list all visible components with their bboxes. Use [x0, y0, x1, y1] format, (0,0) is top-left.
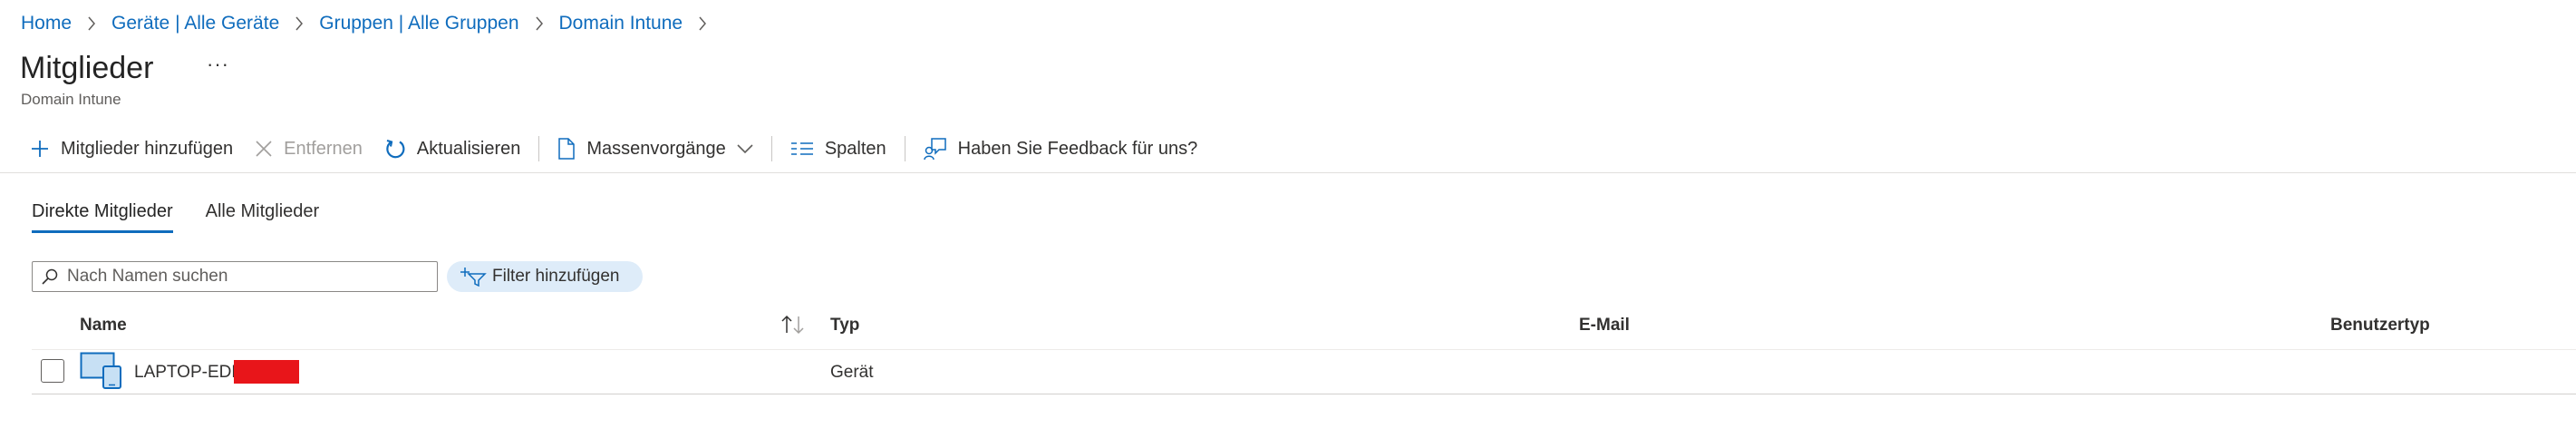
add-members-label: Mitglieder hinzufügen: [61, 138, 234, 159]
tab-all-members[interactable]: Alle Mitglieder: [206, 201, 320, 233]
add-icon: [32, 141, 48, 157]
columns-icon: [790, 142, 813, 155]
breadcrumb: Home Geräte | Alle Geräte Gruppen | Alle…: [21, 13, 722, 34]
chevron-right-icon: [692, 13, 713, 34]
remove-label: Entfernen: [284, 138, 363, 159]
columns-button[interactable]: Spalten: [780, 132, 897, 165]
device-icon: [80, 352, 123, 394]
feedback-label: Haben Sie Feedback für uns?: [957, 138, 1198, 159]
command-bar: Mitglieder hinzufügen Entfernen Aktualis…: [21, 132, 1208, 165]
sort-icon[interactable]: [780, 314, 807, 340]
device-name[interactable]: LAPTOP-EDL: [134, 363, 241, 383]
close-icon: [256, 141, 272, 157]
chevron-right-icon: [528, 13, 550, 34]
breadcrumb-devices[interactable]: Geräte | Alle Geräte: [111, 13, 279, 34]
redaction-box: [234, 360, 299, 384]
search-box: [32, 261, 438, 292]
refresh-icon: [386, 139, 405, 159]
column-header-user-type[interactable]: Benutzertyp: [2330, 316, 2430, 336]
search-input[interactable]: [65, 266, 413, 287]
toolbar-divider-line: [0, 172, 2576, 173]
page-title: Mitglieder: [20, 51, 154, 85]
more-icon[interactable]: ···: [207, 53, 229, 76]
refresh-button[interactable]: Aktualisieren: [373, 132, 532, 165]
bulk-operations-label: Massenvorgänge: [586, 138, 726, 159]
chevron-right-icon: [288, 13, 310, 34]
search-icon: [42, 268, 58, 285]
device-type: Gerät: [830, 363, 874, 382]
tab-direct-members[interactable]: Direkte Mitglieder: [32, 201, 173, 233]
column-header-type[interactable]: Typ: [830, 316, 859, 336]
column-header-email[interactable]: E-Mail: [1579, 316, 1630, 336]
feedback-button[interactable]: Haben Sie Feedback für uns?: [913, 132, 1209, 165]
chevron-right-icon: [81, 13, 102, 34]
columns-label: Spalten: [824, 138, 886, 159]
column-header-name[interactable]: Name: [80, 316, 127, 336]
row-checkbox[interactable]: [41, 359, 64, 383]
toolbar-divider: [538, 136, 540, 161]
add-filter-button[interactable]: Filter hinzufügen: [447, 261, 644, 292]
header-divider: [32, 349, 2576, 350]
document-icon: [558, 138, 576, 160]
chevron-down-icon: [737, 144, 753, 154]
breadcrumb-groups[interactable]: Gruppen | Alle Gruppen: [319, 13, 518, 34]
breadcrumb-domain-intune[interactable]: Domain Intune: [559, 13, 683, 34]
bulk-operations-button[interactable]: Massenvorgänge: [547, 132, 763, 165]
breadcrumb-home[interactable]: Home: [21, 13, 72, 34]
refresh-label: Aktualisieren: [416, 138, 521, 159]
feedback-icon: [923, 138, 946, 161]
remove-button[interactable]: Entfernen: [244, 132, 373, 165]
add-members-button[interactable]: Mitglieder hinzufügen: [21, 132, 244, 165]
member-tabs: Direkte Mitglieder Alle Mitglieder: [32, 201, 352, 233]
add-filter-label: Filter hinzufügen: [492, 267, 620, 286]
toolbar-divider: [770, 136, 772, 161]
page-subtitle: Domain Intune: [21, 91, 121, 108]
filter-add-icon: [460, 268, 487, 287]
